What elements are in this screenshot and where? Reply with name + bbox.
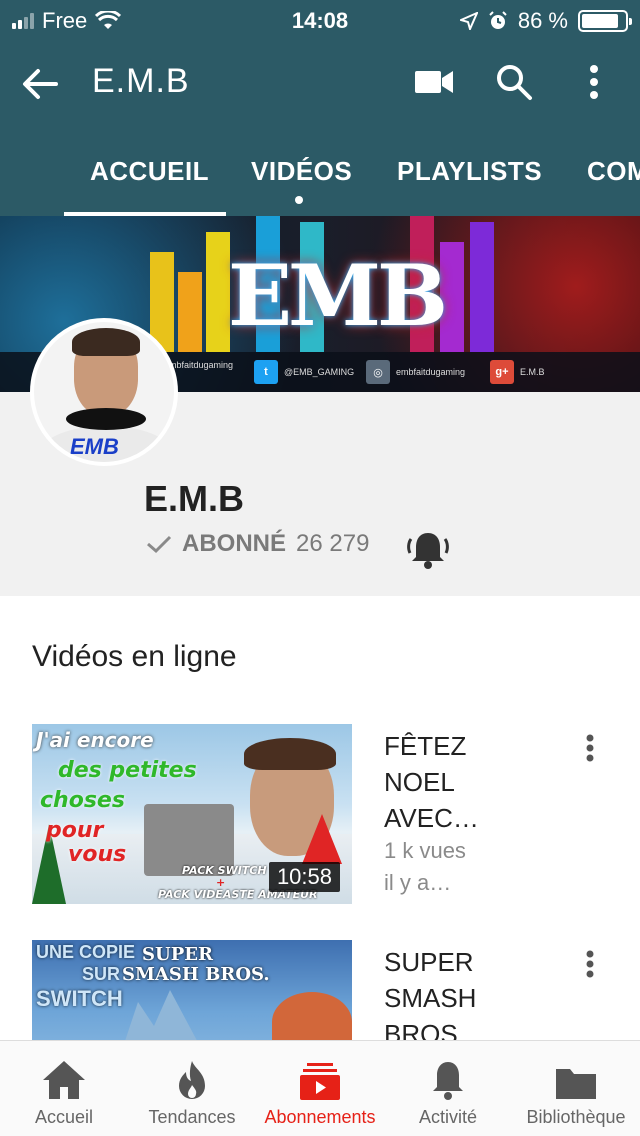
subscriber-count: 26 279 xyxy=(296,530,370,557)
video-title-line: SUPER xyxy=(384,947,474,977)
page-title: E.M.B xyxy=(92,62,190,100)
video-item[interactable]: J'ai encore des petites choses pour vous… xyxy=(32,724,608,904)
channel-avatar[interactable]: EMB xyxy=(30,318,178,466)
section-title: Vidéos en ligne xyxy=(32,640,237,673)
nav-tendances[interactable]: Tendances xyxy=(128,1041,256,1136)
more-vert-icon xyxy=(590,65,598,99)
banner-deco xyxy=(206,232,230,352)
app-bar: E.M.B ACCUEIL VIDÉOS PLAYLISTS COM xyxy=(0,40,640,216)
tab-playlists[interactable]: PLAYLISTS xyxy=(397,156,542,187)
video-more-button[interactable] xyxy=(572,724,608,772)
avatar-logo: EMB xyxy=(70,434,119,459)
folder-icon xyxy=(556,1069,596,1099)
video-more-button[interactable] xyxy=(572,940,608,988)
bell-icon xyxy=(433,1062,463,1100)
nav-label: Accueil xyxy=(34,1107,94,1127)
upload-video-button[interactable] xyxy=(412,60,456,104)
banner-deco xyxy=(178,272,202,352)
smash-logo-line: SMASH BROS. xyxy=(122,964,270,985)
nav-abonnements[interactable]: Abonnements xyxy=(256,1041,384,1136)
nav-bibliotheque[interactable]: Bibliothèque xyxy=(512,1041,640,1136)
video-thumbnail[interactable]: J'ai encore des petites choses pour vous… xyxy=(32,724,352,904)
home-icon xyxy=(43,1061,85,1099)
subscriptions-icon xyxy=(300,1063,340,1100)
more-vert-icon xyxy=(586,950,594,978)
notification-bell-button[interactable] xyxy=(404,526,452,574)
video-views: 1 k vues xyxy=(384,838,466,863)
battery-icon xyxy=(578,10,632,32)
alarm-icon xyxy=(489,11,507,29)
nav-label: Bibliothèque xyxy=(526,1107,626,1127)
thumb-text: UNE COPIE xyxy=(36,942,136,962)
google-plus-handle: E.M.B xyxy=(520,367,545,377)
search-button[interactable] xyxy=(492,60,536,104)
social-google-plus[interactable]: g+ E.M.B xyxy=(490,360,545,384)
location-arrow-icon xyxy=(459,12,478,30)
thumb-text: J'ai encore xyxy=(36,728,154,752)
social-twitter[interactable]: t @EMB_GAMING xyxy=(254,360,354,384)
instagram-handle: embfaitdugaming xyxy=(396,367,466,377)
status-bar: Free 14:08 86 % xyxy=(0,0,640,40)
app-bar-actions xyxy=(412,60,616,104)
avatar-hair xyxy=(72,328,140,356)
back-arrow-icon xyxy=(23,69,58,99)
more-options-button[interactable] xyxy=(572,60,616,104)
smash-logo-line: SUPER xyxy=(142,944,213,965)
bottom-nav: Accueil Tendances Abonnements Activité B… xyxy=(0,1040,640,1136)
tab-accueil[interactable]: ACCUEIL xyxy=(90,156,209,187)
video-title-line: AVEC… xyxy=(384,803,479,833)
twitter-handle: @EMB_GAMING xyxy=(284,367,355,377)
nav-label: Activité xyxy=(418,1107,478,1127)
thumb-hair xyxy=(244,738,336,770)
google-plus-icon: g+ xyxy=(490,360,514,384)
thumb-text: choses xyxy=(40,788,125,813)
thumb-text: SWITCH xyxy=(36,986,123,1011)
thumb-text: SUR xyxy=(82,964,121,984)
video-title-line: SMASH xyxy=(384,983,477,1013)
status-right: 86 % xyxy=(459,8,632,34)
video-title[interactable]: FÊTEZ NOEL AVEC… xyxy=(384,728,564,836)
instagram-icon: ◎ xyxy=(366,360,390,384)
video-title-line: FÊTEZ xyxy=(384,731,467,761)
video-title-line: NOEL xyxy=(384,767,455,797)
new-content-dot xyxy=(295,196,303,204)
more-vert-icon xyxy=(586,734,594,762)
nav-label: Abonnements xyxy=(264,1107,376,1127)
nav-accueil[interactable]: Accueil xyxy=(0,1041,128,1136)
tab-communaute[interactable]: COM xyxy=(587,156,640,187)
twitter-icon: t xyxy=(254,360,278,384)
thumb-text: pour xyxy=(46,818,104,843)
subscribed-label: ABONNÉ xyxy=(182,530,287,557)
video-title[interactable]: SUPER SMASH BROS… xyxy=(384,944,564,1052)
avatar-headphones xyxy=(66,408,146,430)
video-age: il y a… xyxy=(384,870,452,895)
tab-videos[interactable]: VIDÉOS xyxy=(251,156,352,187)
channel-tabs: ACCUEIL VIDÉOS PLAYLISTS COM xyxy=(0,150,640,216)
social-instagram[interactable]: ◎ embfaitdugaming xyxy=(366,360,465,384)
video-duration: 10:58 xyxy=(268,862,340,892)
check-icon xyxy=(147,535,172,554)
bell-ringing-icon xyxy=(407,533,449,569)
nav-activite[interactable]: Activité xyxy=(384,1041,512,1136)
subscribe-row[interactable]: ABONNÉ 26 279 xyxy=(146,530,369,558)
flame-icon xyxy=(179,1061,205,1099)
video-camera-icon xyxy=(415,71,453,93)
back-button[interactable] xyxy=(18,62,62,106)
battery-percent: 86 % xyxy=(517,8,568,33)
thumb-text: des petites xyxy=(58,758,197,783)
thumb-text: vous xyxy=(68,842,127,867)
nav-label: Tendances xyxy=(148,1107,236,1127)
search-icon xyxy=(497,65,532,100)
banner-deco xyxy=(470,222,494,352)
banner-logo: EMB xyxy=(228,246,448,345)
battery-fill xyxy=(582,14,619,28)
channel-name: E.M.B xyxy=(144,478,245,519)
